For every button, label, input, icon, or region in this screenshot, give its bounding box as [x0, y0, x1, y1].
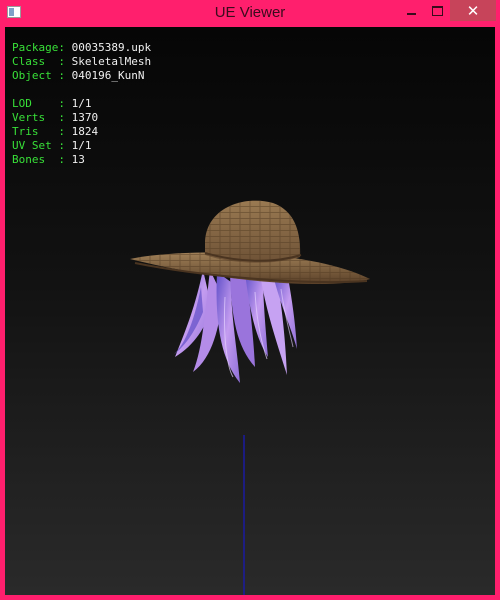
- hat-mesh: [130, 200, 370, 285]
- info-package-value: 00035389.upk: [71, 41, 152, 54]
- info-tris-value: 1824: [71, 125, 99, 138]
- info-object-row: Object : 040196_KunN: [12, 69, 151, 83]
- title-bar[interactable]: UE Viewer ✕: [0, 0, 500, 27]
- info-package-label: Package:: [12, 41, 65, 54]
- info-uvset-row: UV Set : 1/1: [12, 139, 151, 153]
- hair-mesh: [173, 270, 297, 383]
- info-tris-row: Tris : 1824: [12, 125, 151, 139]
- info-verts-value: 1370: [71, 111, 99, 124]
- info-tris-label: Tris :: [12, 125, 65, 138]
- info-bones-label: Bones :: [12, 153, 65, 166]
- info-verts-label: Verts :: [12, 111, 65, 124]
- app-window: UE Viewer ✕ Package: 00035389.upk Class …: [0, 0, 500, 600]
- minimize-icon: [406, 12, 416, 15]
- close-button[interactable]: ✕: [450, 0, 496, 21]
- minimize-button[interactable]: [398, 0, 424, 21]
- info-package-row: Package: 00035389.upk: [12, 41, 151, 55]
- info-class-value: SkeletalMesh: [71, 55, 152, 68]
- info-uvset-label: UV Set :: [12, 139, 65, 152]
- info-lod-value: 1/1: [71, 97, 92, 110]
- info-object-value: 040196_KunN: [71, 69, 145, 82]
- close-icon: ✕: [466, 1, 480, 20]
- info-uvset-value: 1/1: [71, 139, 92, 152]
- info-object-label: Object :: [12, 69, 65, 82]
- maximize-icon: [431, 5, 443, 16]
- maximize-button[interactable]: [424, 0, 450, 21]
- 3d-viewport[interactable]: Package: 00035389.upk Class : SkeletalMe…: [5, 27, 495, 595]
- mesh-info-panel: Package: 00035389.upk Class : SkeletalMe…: [12, 41, 151, 167]
- info-verts-row: Verts : 1370: [12, 111, 151, 125]
- info-bones-value: 13: [71, 153, 85, 166]
- info-lod-label: LOD :: [12, 97, 65, 110]
- info-lod-row: LOD : 1/1: [12, 97, 151, 111]
- info-bones-row: Bones : 13: [12, 153, 151, 167]
- info-class-row: Class : SkeletalMesh: [12, 55, 151, 69]
- info-class-label: Class :: [12, 55, 65, 68]
